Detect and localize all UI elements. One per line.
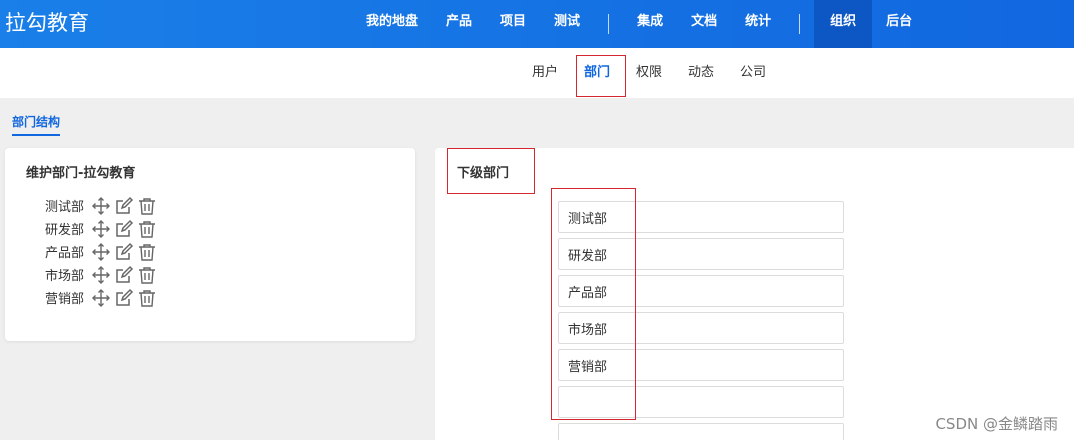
tree-item-label[interactable]: 测试部 — [45, 196, 91, 215]
move-icon[interactable] — [91, 196, 111, 216]
nav-project[interactable]: 项目 — [486, 0, 540, 48]
tree-row: 市场部 — [45, 263, 160, 286]
delete-icon[interactable] — [137, 288, 157, 308]
tree-row: 营销部 — [45, 286, 160, 309]
move-icon[interactable] — [91, 265, 111, 285]
brand-logo[interactable]: 拉勾教育 — [5, 9, 89, 37]
department-tree-panel: 维护部门-拉勾教育 测试部 研发部 产品部 市场部 营销部 — [5, 148, 415, 341]
nav-test[interactable]: 测试 — [540, 0, 594, 48]
tree-row: 研发部 — [45, 217, 160, 240]
delete-icon[interactable] — [137, 265, 157, 285]
tree-row: 测试部 — [45, 194, 160, 217]
nav-admin[interactable]: 后台 — [872, 0, 926, 48]
tree-item-label[interactable]: 产品部 — [45, 242, 91, 261]
move-icon[interactable] — [91, 242, 111, 262]
delete-icon[interactable] — [137, 196, 157, 216]
edit-icon[interactable] — [114, 242, 134, 262]
main-nav: 我的地盘 产品 项目 测试 集成 文档 统计 组织 后台 — [352, 0, 926, 48]
tree-item-label[interactable]: 营销部 — [45, 288, 91, 307]
tree-item-label[interactable]: 研发部 — [45, 219, 91, 238]
delete-icon[interactable] — [137, 219, 157, 239]
highlight-box-child-inputs — [551, 188, 636, 420]
top-nav-bar: 拉勾教育 我的地盘 产品 项目 测试 集成 文档 统计 组织 后台 — [0, 0, 1074, 48]
watermark: CSDN @金鳞踏雨 — [935, 415, 1058, 433]
nav-product[interactable]: 产品 — [432, 0, 486, 48]
tab-users[interactable]: 用户 — [530, 48, 560, 98]
edit-icon[interactable] — [114, 219, 134, 239]
nav-stats[interactable]: 统计 — [731, 0, 785, 48]
edit-icon[interactable] — [114, 265, 134, 285]
nav-divider — [799, 14, 801, 34]
highlight-box-department-tab — [576, 55, 626, 97]
move-icon[interactable] — [91, 288, 111, 308]
move-icon[interactable] — [91, 219, 111, 239]
department-tree: 测试部 研发部 产品部 市场部 营销部 — [45, 194, 160, 309]
nav-my-dashboard[interactable]: 我的地盘 — [352, 0, 432, 48]
child-department-input[interactable] — [558, 423, 844, 440]
tab-activity[interactable]: 动态 — [686, 48, 716, 98]
tree-item-label[interactable]: 市场部 — [45, 265, 91, 284]
edit-icon[interactable] — [114, 288, 134, 308]
edit-icon[interactable] — [114, 196, 134, 216]
delete-icon[interactable] — [137, 242, 157, 262]
tree-row: 产品部 — [45, 240, 160, 263]
page-tab-department-structure[interactable]: 部门结构 — [12, 113, 61, 136]
tab-permissions[interactable]: 权限 — [634, 48, 664, 98]
panel-title: 维护部门-拉勾教育 — [26, 166, 136, 181]
nav-divider — [608, 14, 610, 34]
highlight-box-child-title — [447, 148, 535, 194]
nav-organization[interactable]: 组织 — [814, 0, 873, 48]
sub-nav: 用户 部门 权限 动态 公司 — [0, 48, 1074, 98]
nav-docs[interactable]: 文档 — [677, 0, 731, 48]
nav-integration[interactable]: 集成 — [623, 0, 677, 48]
tab-company[interactable]: 公司 — [738, 48, 768, 98]
